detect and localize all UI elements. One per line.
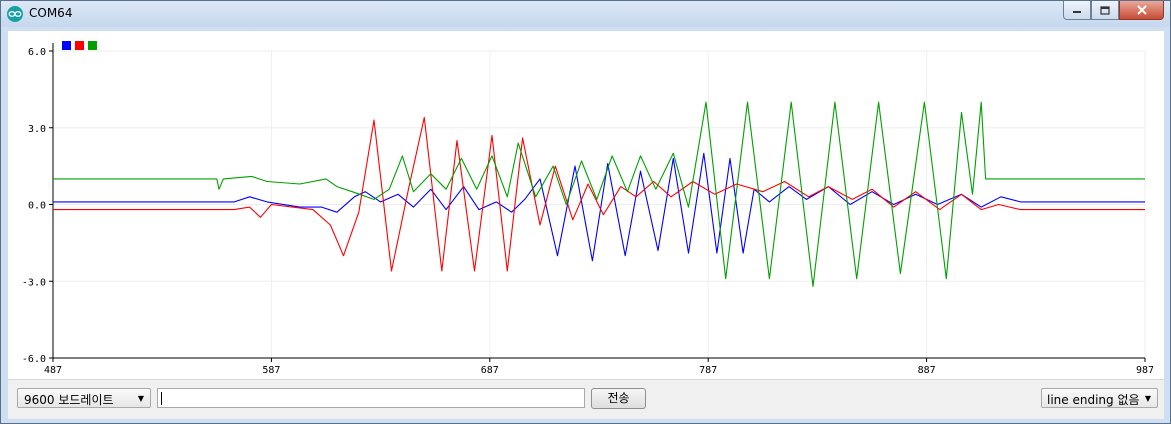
x-tick-label: 787 <box>699 365 717 376</box>
x-tick-labels: 487 587 687 787 887 987 <box>44 365 1154 376</box>
arduino-logo-icon <box>7 6 23 22</box>
legend-swatch-3 <box>88 41 97 50</box>
message-input[interactable] <box>157 388 585 408</box>
legend-swatch-2 <box>75 41 84 50</box>
plot-area: 6.0 3.0 0.0 -3.0 -6.0 487 587 687 787 887 987 <box>8 31 1164 379</box>
line-ending-value: line ending 없음 <box>1047 393 1140 407</box>
line-ending-select[interactable]: line ending 없음 ▼ <box>1041 388 1158 408</box>
y-tick-label: 6.0 <box>28 47 46 58</box>
minimize-icon <box>1073 11 1081 13</box>
close-button[interactable] <box>1119 1 1164 20</box>
series-3-line <box>53 101 1145 287</box>
close-icon <box>1136 5 1147 15</box>
y-tick-label: 3.0 <box>28 124 46 135</box>
serial-plotter-window: COM64 6.0 3.0 0.0 -3.0 -6.0 487 587 687 787 887 9… <box>0 0 1171 424</box>
minimize-button[interactable] <box>1063 1 1091 20</box>
y-tick-label: -6.0 <box>22 354 46 365</box>
bottom-toolbar: 9600 보드레이트 ▼ 전송 line ending 없음 ▼ <box>8 379 1164 419</box>
title-bar[interactable]: COM64 <box>1 1 1170 27</box>
baud-rate-select[interactable]: 9600 보드레이트 ▼ <box>17 388 151 408</box>
legend-swatch-1 <box>62 41 71 50</box>
text-caret <box>161 392 162 405</box>
y-tick-labels: 6.0 3.0 0.0 -3.0 -6.0 <box>22 47 46 365</box>
plotter-client-area: 6.0 3.0 0.0 -3.0 -6.0 487 587 687 787 887 987 960… <box>8 31 1164 419</box>
series-legend <box>62 41 97 50</box>
send-button[interactable]: 전송 <box>591 388 646 409</box>
serial-plot-chart: 6.0 3.0 0.0 -3.0 -6.0 487 587 687 787 887 987 <box>22 41 1154 376</box>
dropdown-arrow-icon: ▼ <box>1144 394 1151 403</box>
window-title: COM64 <box>29 6 73 20</box>
dropdown-arrow-icon: ▼ <box>137 394 144 403</box>
series-lines <box>53 101 1145 287</box>
x-tick-label: 587 <box>262 365 280 376</box>
maximize-icon <box>1100 5 1110 15</box>
x-tick-label: 687 <box>481 365 499 376</box>
x-tick-label: 987 <box>1136 365 1154 376</box>
y-tick-label: -3.0 <box>22 277 46 288</box>
x-tick-label: 887 <box>918 365 936 376</box>
x-tick-label: 487 <box>44 365 62 376</box>
y-tick-label: 0.0 <box>28 201 46 212</box>
chart-grid <box>52 50 1146 359</box>
maximize-button[interactable] <box>1091 1 1119 20</box>
baud-rate-value: 9600 보드레이트 <box>24 393 114 407</box>
